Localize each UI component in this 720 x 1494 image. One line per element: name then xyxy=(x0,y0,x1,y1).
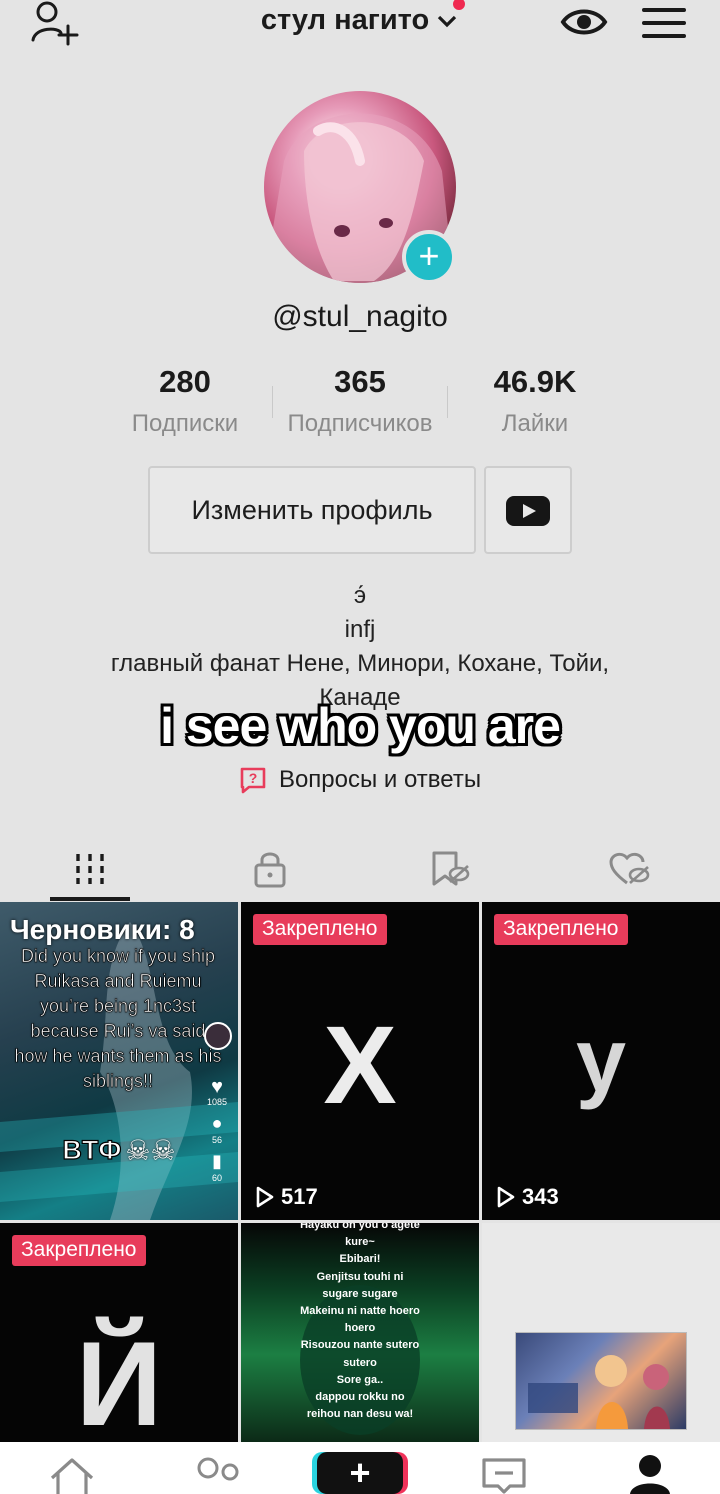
stat-following[interactable]: 280 Подписки xyxy=(95,364,275,438)
drafts-label: Черновики: 8 xyxy=(10,914,195,945)
friends-icon[interactable] xyxy=(190,1456,244,1494)
pinned-video-tile[interactable]: Закреплено Й xyxy=(0,1223,238,1442)
stat-value: 46.9K xyxy=(493,364,577,399)
bio-line: э́ xyxy=(353,582,367,609)
question-bubble-icon: ? xyxy=(240,767,266,794)
tab-liked[interactable] xyxy=(540,838,720,900)
youtube-icon xyxy=(506,496,550,526)
edit-profile-button[interactable]: Изменить профиль xyxy=(148,466,476,554)
pinned-badge: Закреплено xyxy=(253,914,387,945)
qa-label: Вопросы и ответы xyxy=(278,766,482,793)
skull-icon: ☠☠ xyxy=(125,1135,176,1166)
lyric-line: Risouzou nante sutero xyxy=(300,1339,420,1352)
lyric-line: sutero xyxy=(343,1356,377,1369)
tab-favorites[interactable] xyxy=(360,838,540,900)
creator-avatar xyxy=(204,1022,232,1050)
bottom-navigation: + xyxy=(0,1442,720,1494)
video-letter: Х xyxy=(323,1004,397,1127)
view-count-value: 343 xyxy=(522,1184,559,1209)
bookmark-count: 60 xyxy=(211,1173,222,1183)
heart-icon: ♥ xyxy=(211,1076,223,1098)
bookmark-icon: ▮ xyxy=(212,1151,222,1171)
qa-link[interactable]: ? Вопросы и ответы xyxy=(0,766,720,801)
image-art xyxy=(528,1355,670,1429)
stat-label: Подписки xyxy=(131,410,239,437)
image-video-tile[interactable] xyxy=(482,1223,720,1442)
videos-grid-icon xyxy=(76,854,104,884)
inbox-icon[interactable] xyxy=(480,1456,528,1494)
svg-text:?: ? xyxy=(249,770,258,786)
bio-line: infj xyxy=(344,616,376,643)
chevron-down-icon xyxy=(438,15,457,27)
comment-icon: ● xyxy=(211,1113,223,1133)
stat-value: 365 xyxy=(334,364,386,399)
draft-text-line: you’re being 1nc3st xyxy=(39,996,197,1017)
draft-text-line: Did you know if you ship xyxy=(20,946,216,967)
draft-caption: BTФ xyxy=(62,1134,122,1165)
profile-icon[interactable] xyxy=(626,1454,674,1494)
tab-private[interactable] xyxy=(180,838,360,900)
bio-line: главный фанат Нене, Минори, Кохане, Тойи… xyxy=(110,650,610,677)
stat-value: 280 xyxy=(159,364,211,399)
view-count: 343 xyxy=(496,1184,559,1210)
lyric-line: Ebibari! xyxy=(339,1253,381,1266)
pinned-video-tile[interactable]: Закреплено Х 517 xyxy=(241,902,479,1220)
draft-text-line: how he wants them as his xyxy=(14,1046,222,1067)
view-count: 517 xyxy=(255,1184,318,1210)
lyric-line: Hayaku oh you o agete xyxy=(300,1223,420,1231)
lyrics-video-tile[interactable]: Hayaku oh you o agete kure~ Ebibari! Gen… xyxy=(241,1223,479,1442)
lyric-line: Genjitsu touhi ni xyxy=(316,1270,404,1283)
stat-followers[interactable]: 365 Подписчиков xyxy=(270,364,450,438)
active-tab-indicator xyxy=(50,897,130,901)
create-plus-icon: + xyxy=(349,1452,371,1493)
thumbnail-image xyxy=(516,1333,686,1429)
draft-text-line: Ruikasa and Ruiemu xyxy=(34,971,202,992)
pinned-video-tile[interactable]: Закреплено у 343 xyxy=(482,902,720,1220)
lyric-line: dappou rokku no xyxy=(315,1391,405,1404)
video-overlay-caption: i see who you are xyxy=(160,698,561,754)
lyric-line: kure~ xyxy=(345,1236,375,1249)
pinned-badge: Закреплено xyxy=(494,914,628,945)
username-handle: @stul_nagito xyxy=(272,300,448,333)
stat-likes[interactable]: 46.9K Лайки xyxy=(445,364,625,438)
youtube-button[interactable] xyxy=(484,466,572,554)
pinned-badge: Закреплено xyxy=(12,1235,146,1266)
profile-title-dropdown[interactable]: стул нагито xyxy=(0,0,720,37)
notification-dot xyxy=(453,0,466,10)
lyric-line: sugare sugare xyxy=(322,1287,398,1300)
tab-videos[interactable] xyxy=(0,838,180,900)
page-title: стул нагито xyxy=(260,4,430,36)
view-count-value: 517 xyxy=(281,1184,318,1209)
stat-label: Подписчиков xyxy=(287,410,433,437)
like-count: 1085 xyxy=(206,1097,228,1107)
play-icon xyxy=(497,1186,515,1208)
stat-label: Лайки xyxy=(501,410,569,437)
lyric-line: Makeinu ni natte hoero xyxy=(300,1305,420,1318)
lyric-line: hoero xyxy=(344,1322,376,1335)
home-icon[interactable] xyxy=(48,1456,96,1494)
add-avatar-button[interactable]: + xyxy=(402,230,456,284)
video-letter: у xyxy=(575,1011,627,1111)
heart-hidden-icon xyxy=(609,852,650,885)
comment-count: 56 xyxy=(211,1135,222,1145)
draft-video-tile[interactable]: Черновики: 8 Did you know if you ship Ru… xyxy=(0,902,238,1220)
bookmark-hidden-icon xyxy=(432,851,470,886)
video-letter: Й xyxy=(75,1317,163,1442)
draft-text-line: siblings!! xyxy=(82,1071,154,1092)
create-button[interactable]: + xyxy=(317,1452,403,1494)
draft-text-line: because Rui’s va said xyxy=(30,1021,206,1042)
eye-icon[interactable] xyxy=(560,4,608,40)
menu-icon[interactable] xyxy=(642,6,686,40)
top-bar: стул нагито xyxy=(0,0,720,60)
lyric-line: Sore ga.. xyxy=(336,1373,384,1386)
lyric-line: reihou nan desu wa! xyxy=(306,1408,414,1421)
lock-icon xyxy=(254,852,286,888)
play-icon xyxy=(256,1186,274,1208)
